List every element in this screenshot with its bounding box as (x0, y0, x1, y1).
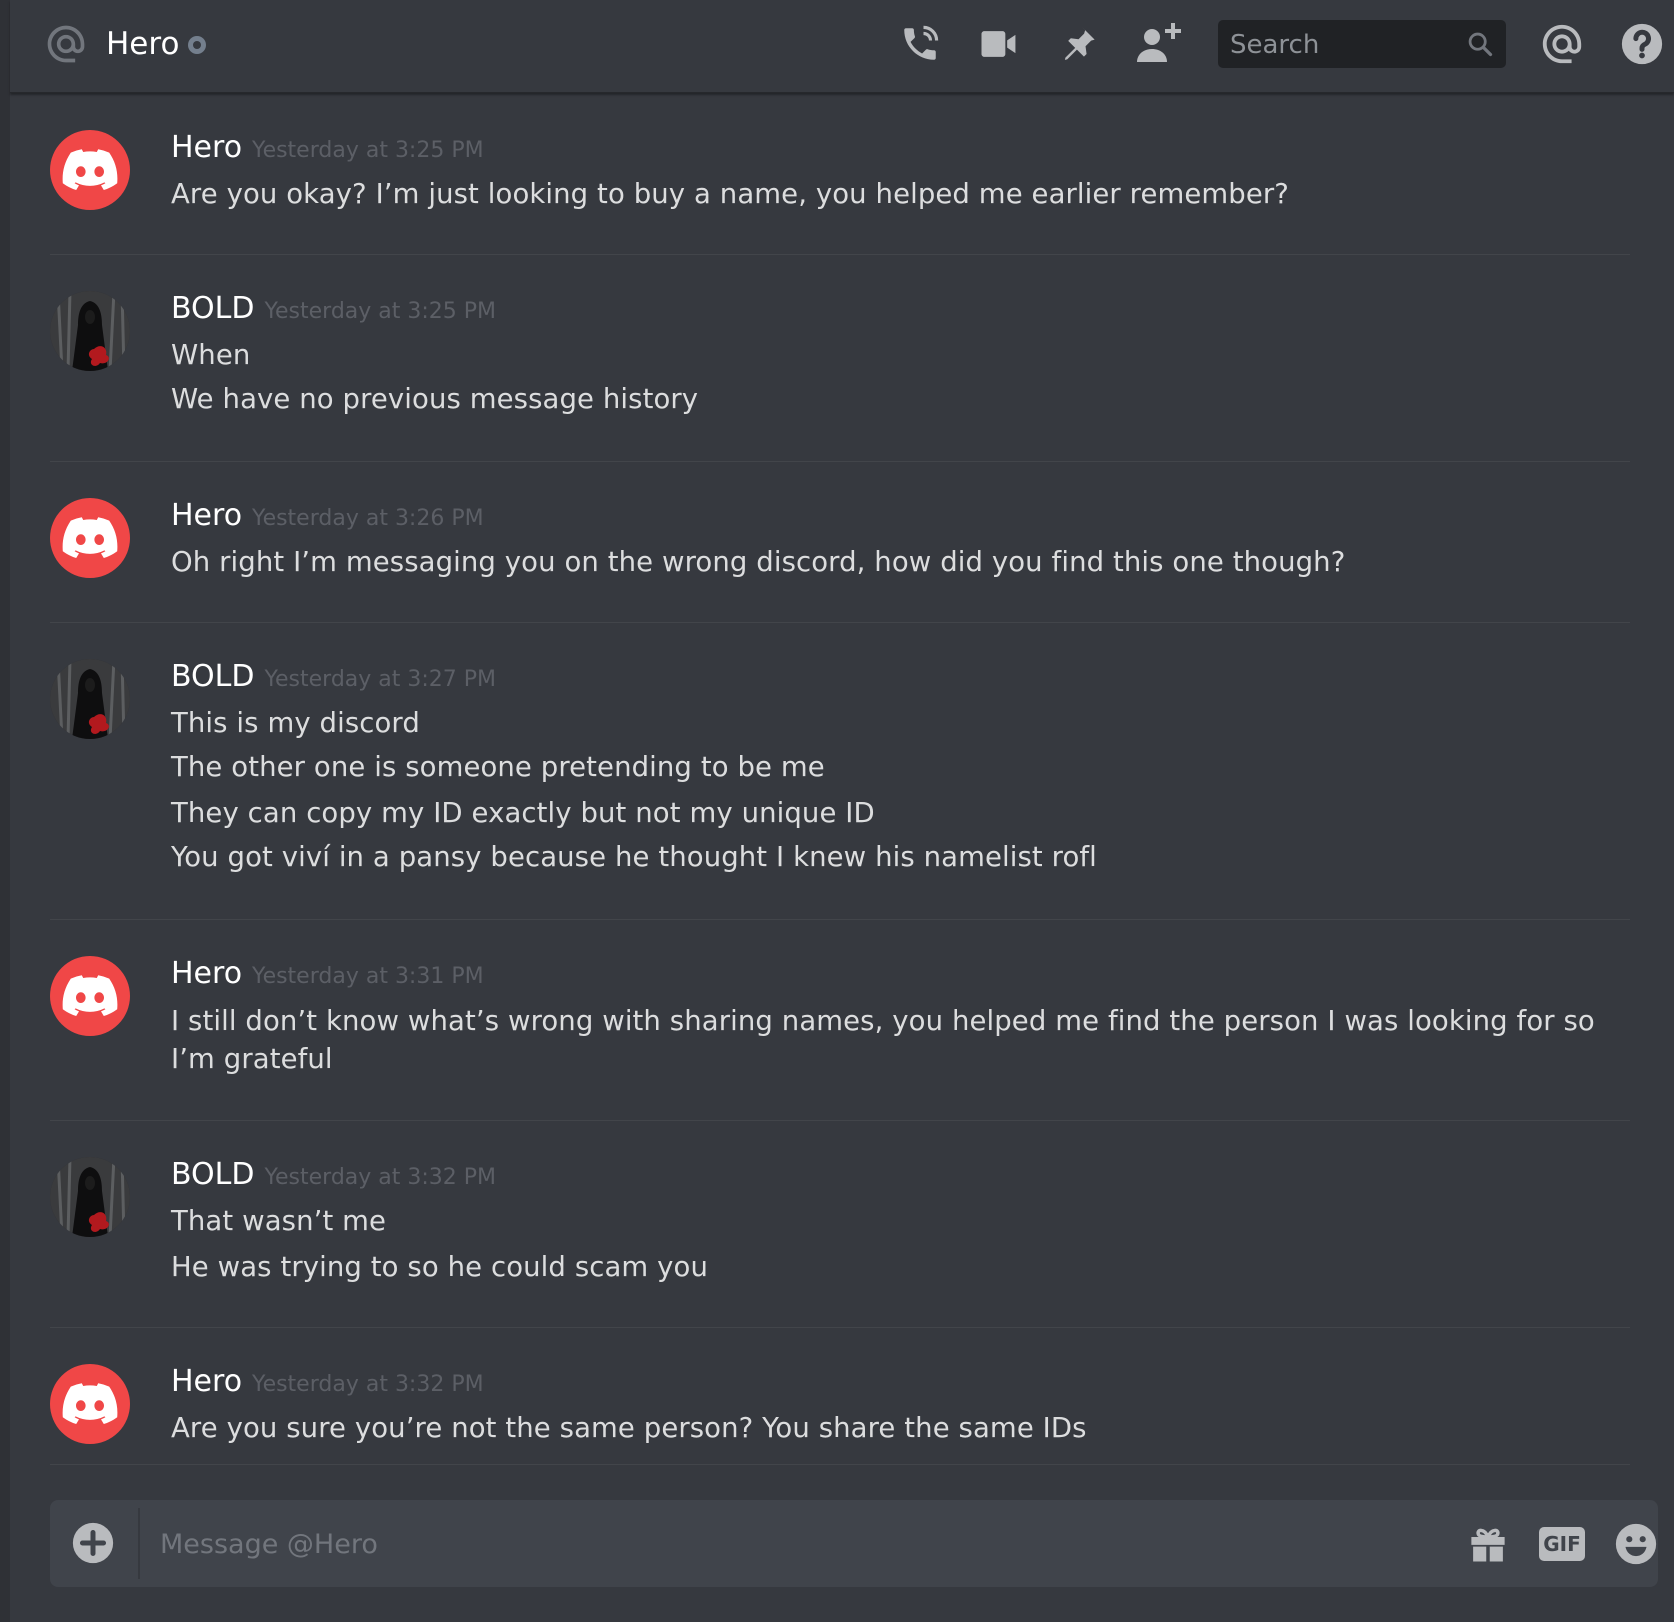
timestamp: Yesterday at 3:26 PM (252, 506, 484, 531)
smiley-face-icon (1615, 1523, 1657, 1565)
message-composer: GIF (50, 1500, 1660, 1589)
message-text: You got viví in a pansy because he thoug… (171, 841, 1097, 873)
timestamp: Yesterday at 3:31 PM (252, 964, 484, 989)
channel-header: Hero (10, 0, 1674, 93)
timestamp: Yesterday at 3:27 PM (264, 667, 497, 692)
hooded-figure-avatar-image (50, 1157, 130, 1237)
phone-call-icon (904, 25, 939, 60)
timestamp: Yesterday at 3:32 PM (252, 1372, 484, 1397)
message-text: When (171, 339, 251, 371)
message-header: BOLD Yesterday at 3:27 PM (171, 659, 496, 694)
message-group: Hero Yesterday at 3:25 PM Are you okay? I… (50, 92, 1630, 255)
author-name[interactable]: Hero (171, 130, 242, 165)
author-name[interactable]: Hero (171, 956, 242, 991)
mentions-button[interactable] (1538, 20, 1586, 68)
message-text: The other one is someone pretending to b… (171, 751, 825, 783)
message-header: BOLD Yesterday at 3:32 PM (171, 1157, 496, 1192)
hooded-figure-avatar-image (50, 291, 130, 371)
timestamp: Yesterday at 3:32 PM (264, 1165, 497, 1190)
avatar[interactable] (50, 956, 130, 1036)
search-input[interactable] (1228, 20, 1462, 70)
hooded-figure-avatar-image (50, 659, 130, 739)
discord-logo-icon (62, 149, 118, 190)
avatar[interactable] (50, 1157, 130, 1237)
search-icon (1468, 32, 1493, 57)
add-friend-to-dm-button[interactable] (1134, 20, 1182, 68)
mention-icon (1542, 24, 1582, 64)
message-text: I still don’t know what’s wrong with sha… (171, 1005, 1595, 1075)
video-camera-icon (981, 31, 1016, 57)
message-text: Oh right I’m messaging you on the wrong … (171, 546, 1346, 578)
message-group: Hero Yesterday at 3:31 PM I still don’t k… (50, 920, 1630, 1121)
discord-logo-icon (62, 517, 118, 558)
avatar[interactable] (50, 1364, 130, 1444)
gif-picker-button[interactable]: GIF (1538, 1520, 1586, 1568)
send-gift-button[interactable] (1464, 1520, 1512, 1568)
message-list: Hero Yesterday at 3:25 PM Are you okay? I… (50, 92, 1630, 1465)
message-header: Hero Yesterday at 3:31 PM (171, 956, 484, 991)
status-indicator (188, 36, 206, 54)
avatar[interactable] (50, 130, 130, 210)
message-text: This is my discord (171, 707, 420, 739)
author-name[interactable]: Hero (171, 1364, 242, 1399)
message-header: Hero Yesterday at 3:26 PM (171, 498, 484, 533)
author-name[interactable]: Hero (171, 498, 242, 533)
message-group: BOLD Yesterday at 3:32 PM That wasn’t me … (50, 1121, 1630, 1328)
start-video-call-button[interactable] (974, 20, 1022, 68)
message-group: Hero Yesterday at 3:32 PM Are you sure yo… (50, 1328, 1630, 1465)
avatar[interactable] (50, 291, 130, 371)
help-button[interactable] (1618, 20, 1666, 68)
author-name[interactable]: BOLD (171, 291, 254, 326)
help-icon (1621, 23, 1663, 65)
message-header: Hero Yesterday at 3:25 PM (171, 130, 484, 165)
message-group: BOLD Yesterday at 3:25 PM When We have no… (50, 255, 1630, 462)
left-edge (0, 0, 10, 1622)
plus-circle-icon (72, 1522, 114, 1564)
message-text: He was trying to so he could scam you (171, 1251, 708, 1283)
start-voice-call-button[interactable] (896, 20, 944, 68)
message-text: Are you okay? I’m just looking to buy a … (171, 178, 1289, 210)
message-group: BOLD Yesterday at 3:27 PM This is my disc… (50, 623, 1630, 920)
search-bar[interactable] (1218, 20, 1506, 70)
message-text: That wasn’t me (171, 1205, 387, 1237)
author-name[interactable]: BOLD (171, 1157, 254, 1192)
message-text: Are you sure you’re not the same person?… (171, 1412, 1087, 1444)
composer-divider (138, 1508, 140, 1579)
gift-icon (1471, 1528, 1505, 1562)
timestamp: Yesterday at 3:25 PM (252, 138, 484, 163)
discord-logo-icon (62, 975, 118, 1016)
gif-icon: GIF (1539, 1527, 1585, 1561)
message-input[interactable] (158, 1500, 1462, 1589)
timestamp: Yesterday at 3:25 PM (264, 299, 497, 324)
message-text: They can copy my ID exactly but not my u… (171, 797, 875, 829)
message-header: BOLD Yesterday at 3:25 PM (171, 291, 496, 326)
upload-file-button[interactable] (70, 1520, 116, 1566)
message-header: Hero Yesterday at 3:32 PM (171, 1364, 484, 1399)
message-group: Hero Yesterday at 3:26 PM Oh right I’m me… (50, 462, 1630, 623)
avatar[interactable] (50, 498, 130, 578)
discord-logo-icon (62, 1383, 118, 1424)
emoji-picker-button[interactable] (1612, 1520, 1660, 1568)
add-friend-icon (1137, 23, 1181, 62)
pinned-messages-button[interactable] (1054, 20, 1102, 68)
message-text: We have no previous message history (171, 383, 699, 415)
channel-title: Hero (106, 26, 180, 62)
at-icon (47, 25, 85, 63)
avatar[interactable] (50, 659, 130, 739)
author-name[interactable]: BOLD (171, 659, 254, 694)
pin-icon (1064, 27, 1095, 60)
